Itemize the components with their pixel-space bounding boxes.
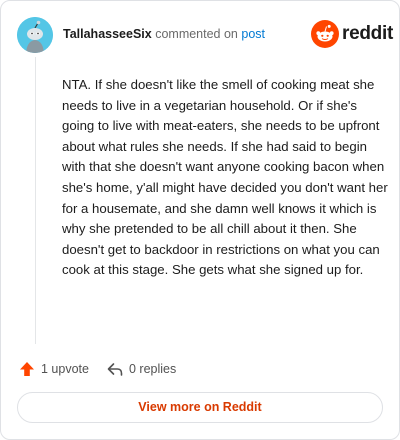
reddit-brand[interactable]: reddit bbox=[311, 20, 393, 48]
comment-card: TallahasseeSix commented on post reddit … bbox=[0, 0, 400, 440]
comment-actions: 1 upvote 0 replies bbox=[18, 359, 388, 379]
comment-meta: TallahasseeSix commented on post bbox=[63, 27, 265, 41]
snoo-avatar-icon[interactable] bbox=[17, 17, 53, 53]
comment-header: TallahasseeSix commented on post reddit bbox=[17, 17, 393, 53]
username-link[interactable]: TallahasseeSix bbox=[63, 27, 152, 41]
thread-line bbox=[35, 57, 36, 344]
replies-button[interactable]: 0 replies bbox=[106, 359, 176, 379]
comment-body: NTA. If she doesn't like the smell of co… bbox=[62, 77, 388, 278]
upvote-button[interactable]: 1 upvote bbox=[18, 359, 89, 379]
post-link[interactable]: post bbox=[241, 27, 265, 41]
replies-count: 0 replies bbox=[129, 362, 177, 376]
upvote-count: 1 upvote bbox=[41, 362, 89, 376]
meta-verb: commented on bbox=[155, 27, 238, 41]
reddit-wordmark: reddit bbox=[342, 23, 393, 44]
view-more-button[interactable]: View more on Reddit bbox=[17, 392, 383, 423]
upvote-arrow-icon bbox=[20, 362, 34, 376]
reddit-alien-icon bbox=[311, 20, 339, 48]
reply-arrow-icon bbox=[107, 363, 123, 376]
